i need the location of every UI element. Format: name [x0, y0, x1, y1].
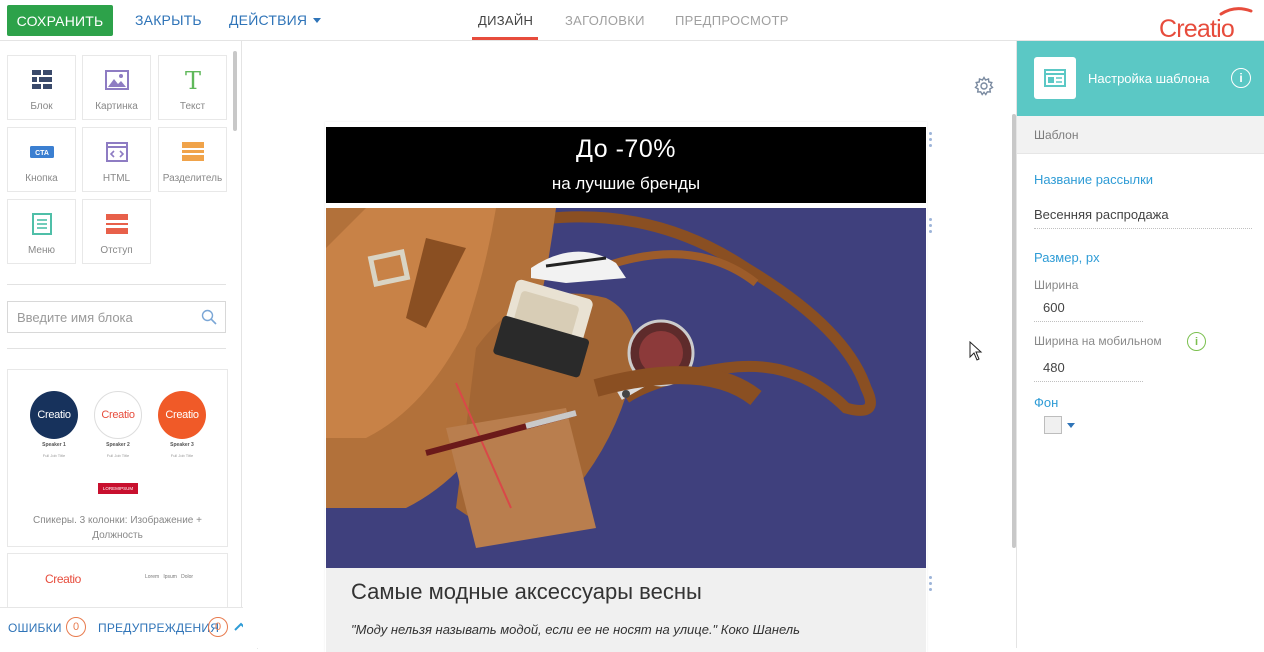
- hero-title: До -70%: [576, 135, 676, 163]
- email-template: До -70% на лучшие бренды Самые модные ак…: [325, 122, 927, 652]
- drag-handle-icon[interactable]: [929, 218, 933, 234]
- validation-bar: ОШИБКИ 0 ПРЕДУПРЕЖДЕНИЯ 0: [0, 607, 258, 649]
- divider: [7, 348, 226, 349]
- block-tile-label: Текст: [179, 101, 206, 112]
- section-header: Шаблон: [1017, 116, 1264, 154]
- size-caption: Размер, px: [1034, 250, 1100, 265]
- svg-text:T: T: [184, 68, 200, 92]
- text-block-title: Самые модные аксессуары весны: [351, 579, 702, 604]
- block-tile-divider[interactable]: Разделитель: [158, 127, 227, 192]
- mailing-name-field[interactable]: Весенняя распродажа: [1034, 207, 1252, 229]
- actions-label: ДЕЙСТВИЯ: [229, 12, 308, 28]
- text-block-quote: "Моду нельзя называть модой, если ее не …: [351, 622, 800, 637]
- settings-header: Настройка шаблона i: [1017, 41, 1264, 116]
- search-icon[interactable]: [201, 309, 217, 325]
- spacer-icon: [105, 214, 128, 234]
- template-settings-icon: [1034, 57, 1076, 99]
- speaker-2-name: Speaker 2: [106, 442, 130, 448]
- mouse-cursor-icon: [969, 341, 983, 361]
- top-toolbar: СОХРАНИТЬ ЗАКРЫТЬ ДЕЙСТВИЯ ДИЗАЙН ЗАГОЛО…: [0, 0, 1264, 41]
- block-tile-label: Блок: [30, 101, 53, 112]
- section-title: Шаблон: [1034, 128, 1079, 142]
- width-input[interactable]: 600: [1034, 300, 1143, 322]
- width-label: Ширина: [1034, 278, 1079, 292]
- speaker-3-logo: Creatio: [158, 391, 206, 439]
- tab-design[interactable]: ДИЗАЙН: [478, 13, 533, 28]
- speaker-3-title: Full Job Title: [170, 453, 194, 458]
- block-tile-label: Разделитель: [162, 173, 223, 184]
- info-icon[interactable]: i: [1187, 332, 1206, 351]
- actions-dropdown[interactable]: ДЕЙСТВИЯ: [229, 12, 322, 28]
- template-card-menu[interactable]: Creatio Lorem Ipsum Dolor: [7, 553, 228, 613]
- active-tab-indicator: [472, 37, 538, 40]
- errors-link[interactable]: ОШИБКИ: [8, 621, 62, 635]
- template-logo: Creatio: [45, 572, 81, 586]
- warnings-count: 0: [208, 617, 228, 637]
- block-tile-html[interactable]: HTML: [82, 127, 151, 192]
- blocks-panel: Блок Картинка T Текст CTA Кнопка HTML Ра…: [0, 41, 258, 649]
- drag-handle-icon[interactable]: [929, 132, 933, 148]
- block-tile-text[interactable]: T Текст: [158, 55, 227, 120]
- image-icon: [104, 70, 129, 90]
- block-tile-label: Отступ: [100, 245, 133, 256]
- background-color-swatch[interactable]: [1044, 416, 1062, 434]
- html-icon: [105, 142, 128, 162]
- template-card-label: Спикеры. 3 колонки: Изображение + Должно…: [33, 515, 202, 541]
- block-tile-label: Меню: [27, 245, 56, 256]
- text-block[interactable]: Самые модные аксессуары весны "Моду нель…: [326, 568, 926, 652]
- block-tile-label: Картинка: [95, 101, 138, 112]
- bag-illustration: [326, 208, 926, 568]
- warnings-link[interactable]: ПРЕДУПРЕЖДЕНИЯ: [98, 621, 219, 635]
- text-icon: T: [184, 68, 200, 92]
- hero-image[interactable]: [326, 208, 926, 568]
- tab-headers[interactable]: ЗАГОЛОВКИ: [565, 13, 645, 28]
- errors-count: 0: [66, 617, 86, 637]
- close-button[interactable]: ЗАКРЫТЬ: [135, 12, 202, 28]
- mailing-name-caption: Название рассылки: [1034, 172, 1154, 187]
- drag-handle-icon[interactable]: [929, 576, 933, 592]
- gear-icon[interactable]: [974, 76, 994, 96]
- block-search: [7, 301, 226, 333]
- block-tile-label: Кнопка: [25, 173, 58, 184]
- block-tile-menu[interactable]: Меню: [7, 199, 76, 264]
- background-caption: Фон: [1034, 395, 1059, 410]
- speaker-1-title: Full Job Title: [42, 453, 66, 458]
- block-tile-spacer[interactable]: Отступ: [82, 199, 151, 264]
- mobile-width-input[interactable]: 480: [1034, 360, 1143, 382]
- menu-icon: [31, 213, 52, 235]
- block-tile-button[interactable]: CTA Кнопка: [7, 127, 76, 192]
- speaker-1-logo: Creatio: [30, 391, 78, 439]
- cta-button-icon: CTA: [29, 146, 54, 158]
- creatio-logo: Creatio: [1159, 7, 1253, 39]
- settings-title: Настройка шаблона: [1088, 71, 1210, 86]
- info-icon[interactable]: i: [1231, 68, 1251, 88]
- speaker-1-name: Speaker 1: [42, 442, 66, 448]
- lorem-badge: LOREMIPSUM: [98, 483, 138, 494]
- speaker-2-title: Full Job Title: [106, 453, 130, 458]
- block-icon: [31, 70, 52, 89]
- save-button[interactable]: СОХРАНИТЬ: [7, 5, 113, 36]
- tab-preview[interactable]: ПРЕДПРОСМОТР: [675, 13, 789, 28]
- hero-subtitle: на лучшие бренды: [551, 174, 701, 193]
- mobile-width-label: Ширина на мобильном: [1034, 334, 1162, 348]
- block-tile-block[interactable]: Блок: [7, 55, 76, 120]
- block-tile-label: HTML: [102, 173, 131, 184]
- speaker-3-name: Speaker 3: [170, 442, 194, 448]
- block-search-input[interactable]: [8, 302, 188, 332]
- caret-down-icon[interactable]: [1067, 423, 1075, 428]
- logo-text: Creatio: [1159, 15, 1234, 39]
- email-canvas: До -70% на лучшие бренды Самые модные ак…: [243, 41, 1016, 652]
- cta-badge-text: CTA: [35, 150, 49, 157]
- template-card-speakers[interactable]: Creatio Creatio Creatio Speaker 1 Speake…: [7, 369, 228, 547]
- template-menu-preview: Lorem Ipsum Dolor: [145, 574, 194, 580]
- block-tile-image[interactable]: Картинка: [82, 55, 151, 120]
- hero-header-block[interactable]: До -70% на лучшие бренды: [326, 127, 926, 203]
- settings-panel: Настройка шаблона i Шаблон Название расс…: [1016, 41, 1264, 648]
- divider-icon: [181, 142, 204, 161]
- left-scrollbar[interactable]: [233, 51, 237, 131]
- speaker-2-logo: Creatio: [94, 391, 142, 439]
- divider: [7, 284, 226, 285]
- caret-down-icon: [313, 18, 322, 23]
